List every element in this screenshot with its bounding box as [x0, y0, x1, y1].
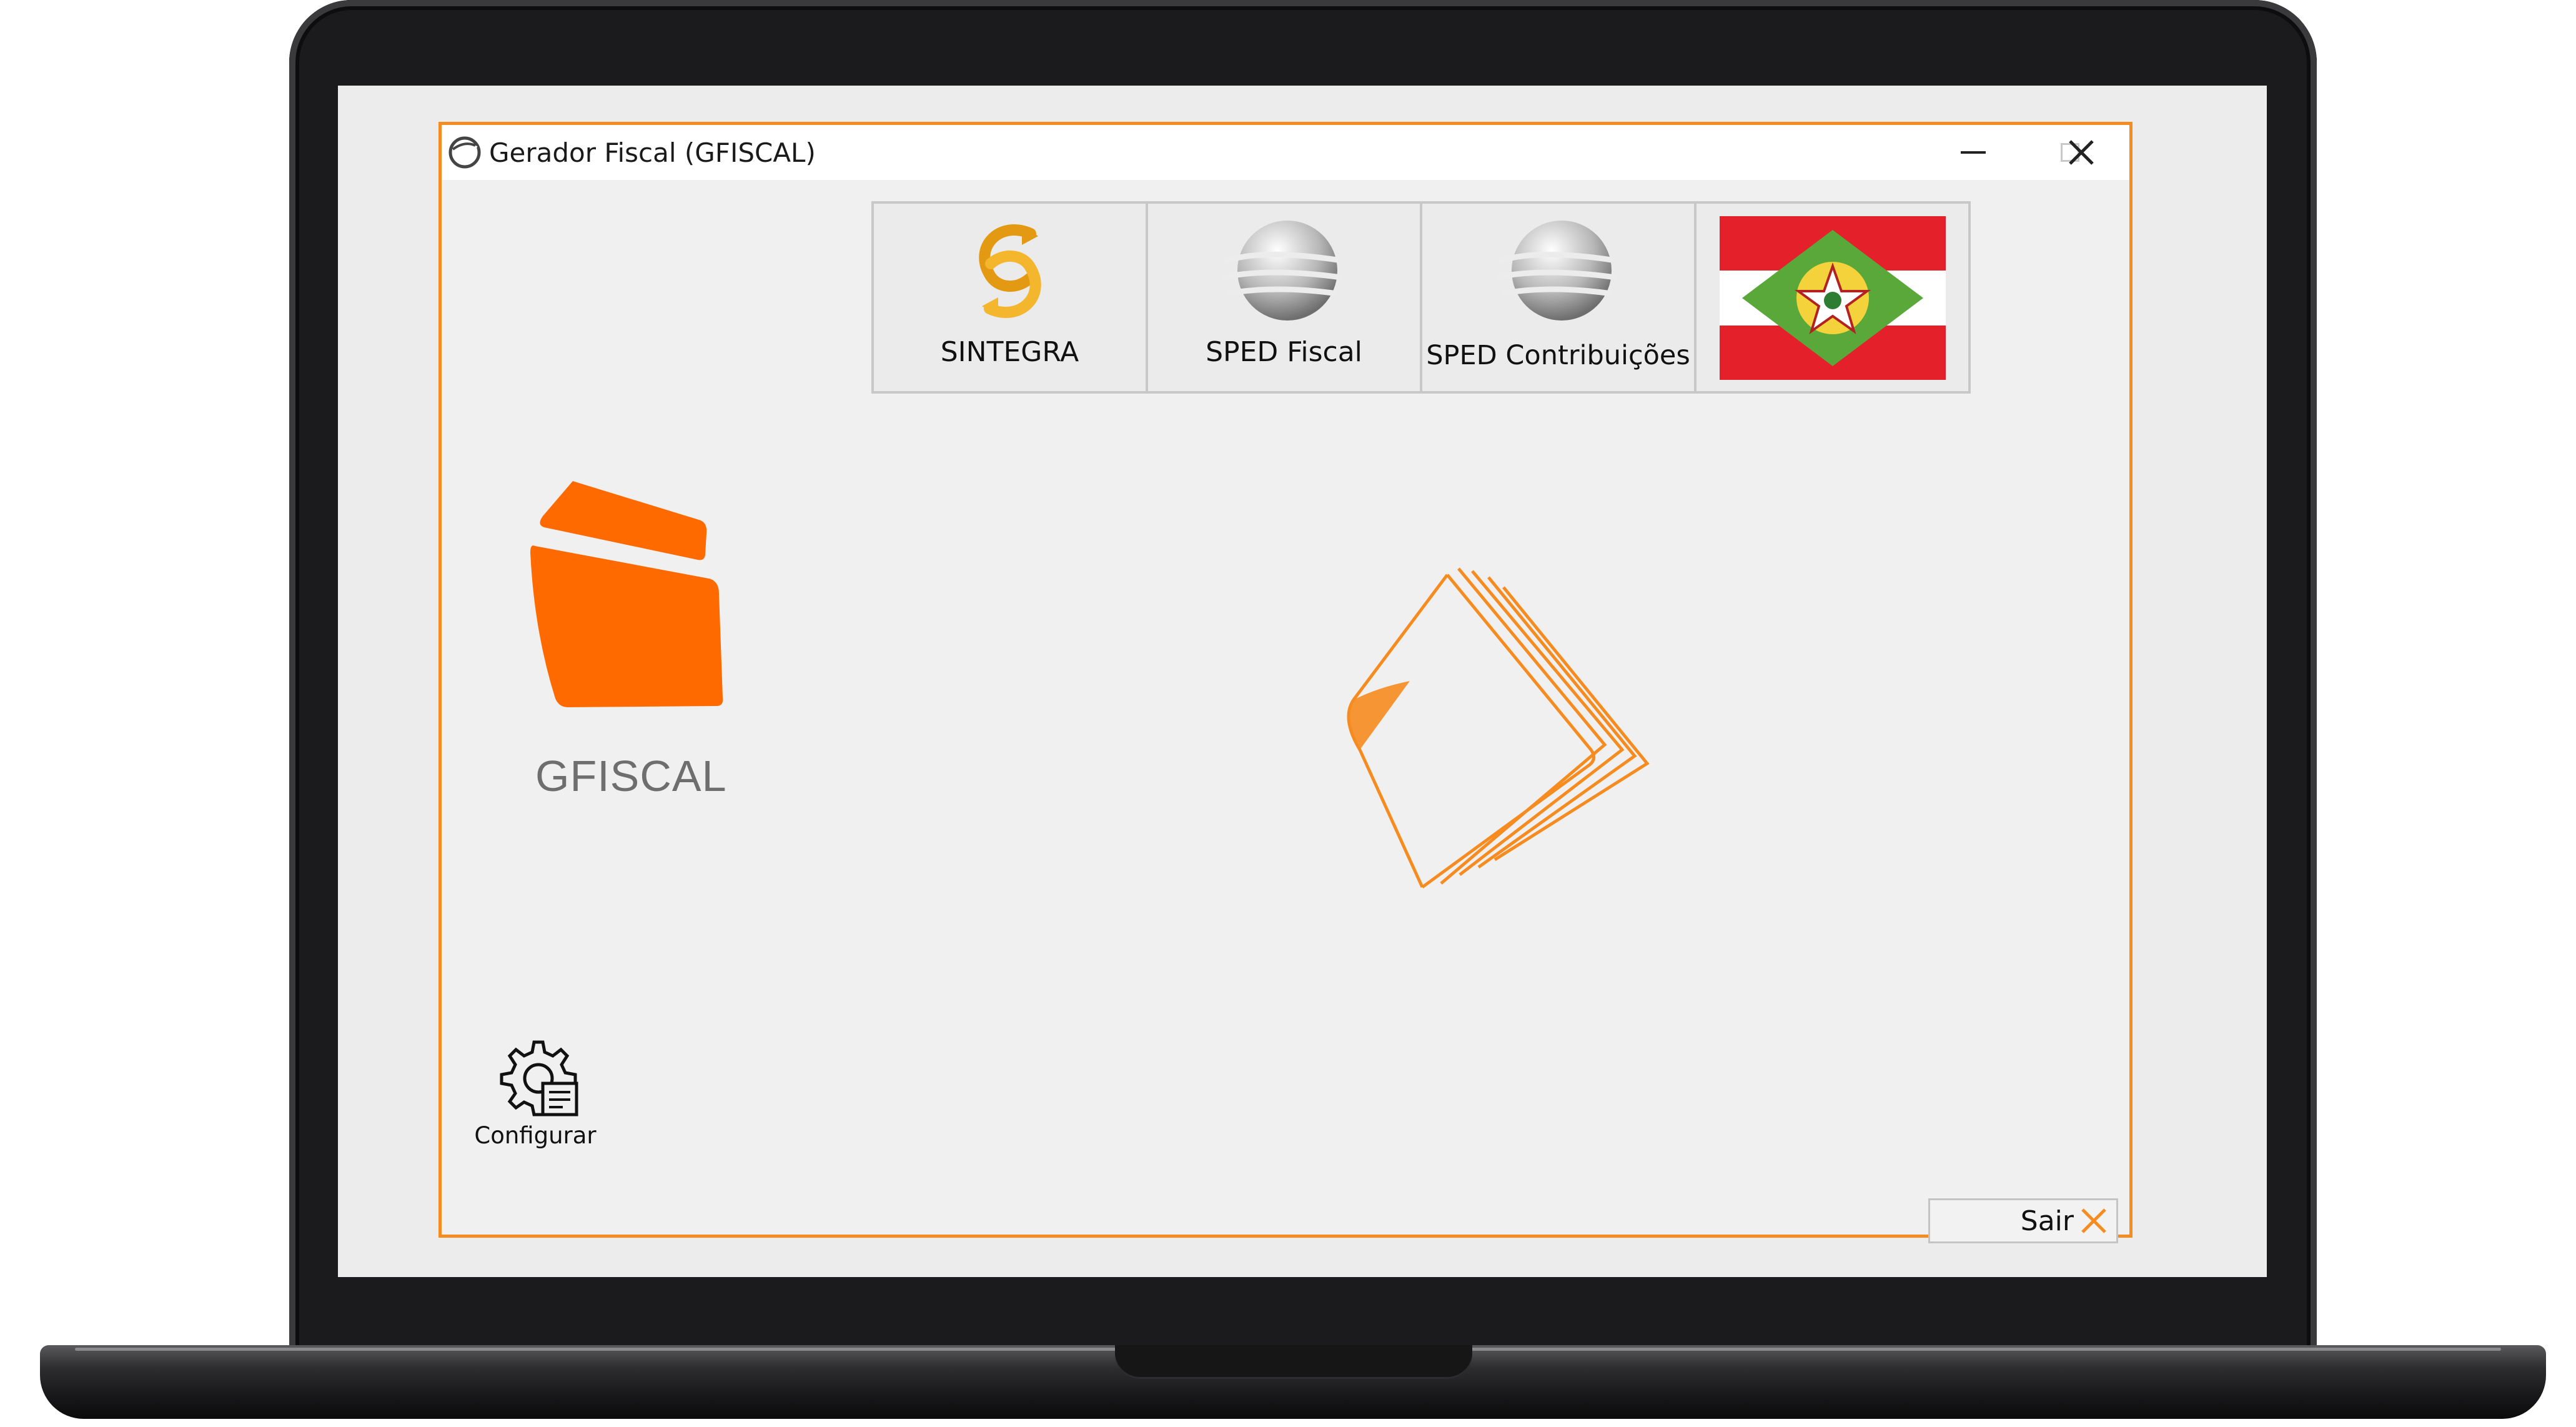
- gfiscal-app-name: GFISCAL: [535, 752, 727, 800]
- sintegra-icon: [978, 224, 1041, 318]
- gfiscal-logo: [530, 481, 723, 707]
- sped-fiscal-button[interactable]: SPED Fiscal: [1146, 201, 1422, 394]
- gear-settings-icon: [500, 1040, 578, 1116]
- laptop-screen: Gerador Fiscal (GFISCAL) SINTEGRA SPED F…: [338, 86, 2267, 1277]
- laptop-hinge-notch: [1115, 1345, 1472, 1379]
- app-logo-icon: [448, 136, 481, 169]
- minimize-icon: [1960, 151, 1986, 154]
- gfiscal-window: Gerador Fiscal (GFISCAL) SINTEGRA SPED F…: [438, 122, 2133, 1243]
- santa-catarina-button[interactable]: [1694, 201, 1971, 394]
- sped-contribuicoes-label: SPED Contribuições: [1426, 340, 1690, 371]
- close-icon: [2068, 140, 2094, 165]
- sair-label: Sair: [2020, 1205, 2074, 1237]
- sped-globe-icon: [1221, 221, 1342, 321]
- sintegra-label: SINTEGRA: [940, 336, 1079, 368]
- documents-watermark-icon: [1347, 567, 1650, 889]
- configurar-button[interactable]: Configurar: [467, 1037, 604, 1162]
- sintegra-button[interactable]: SINTEGRA: [871, 201, 1148, 394]
- exit-x-icon: [2081, 1208, 2106, 1233]
- window-title: Gerador Fiscal (GFISCAL): [489, 137, 816, 168]
- close-button[interactable]: [2033, 125, 2129, 180]
- minimize-button[interactable]: [1925, 125, 2021, 180]
- title-bar[interactable]: Gerador Fiscal (GFISCAL): [442, 125, 2129, 180]
- sair-button[interactable]: Sair: [1928, 1198, 2118, 1243]
- sped-globe-icon: [1495, 221, 1616, 321]
- santa-catarina-flag-icon: [1719, 216, 1946, 380]
- sped-contribuicoes-button[interactable]: SPED Contribuições: [1420, 201, 1697, 394]
- configurar-label: Configurar: [474, 1122, 597, 1149]
- sped-fiscal-label: SPED Fiscal: [1206, 336, 1362, 368]
